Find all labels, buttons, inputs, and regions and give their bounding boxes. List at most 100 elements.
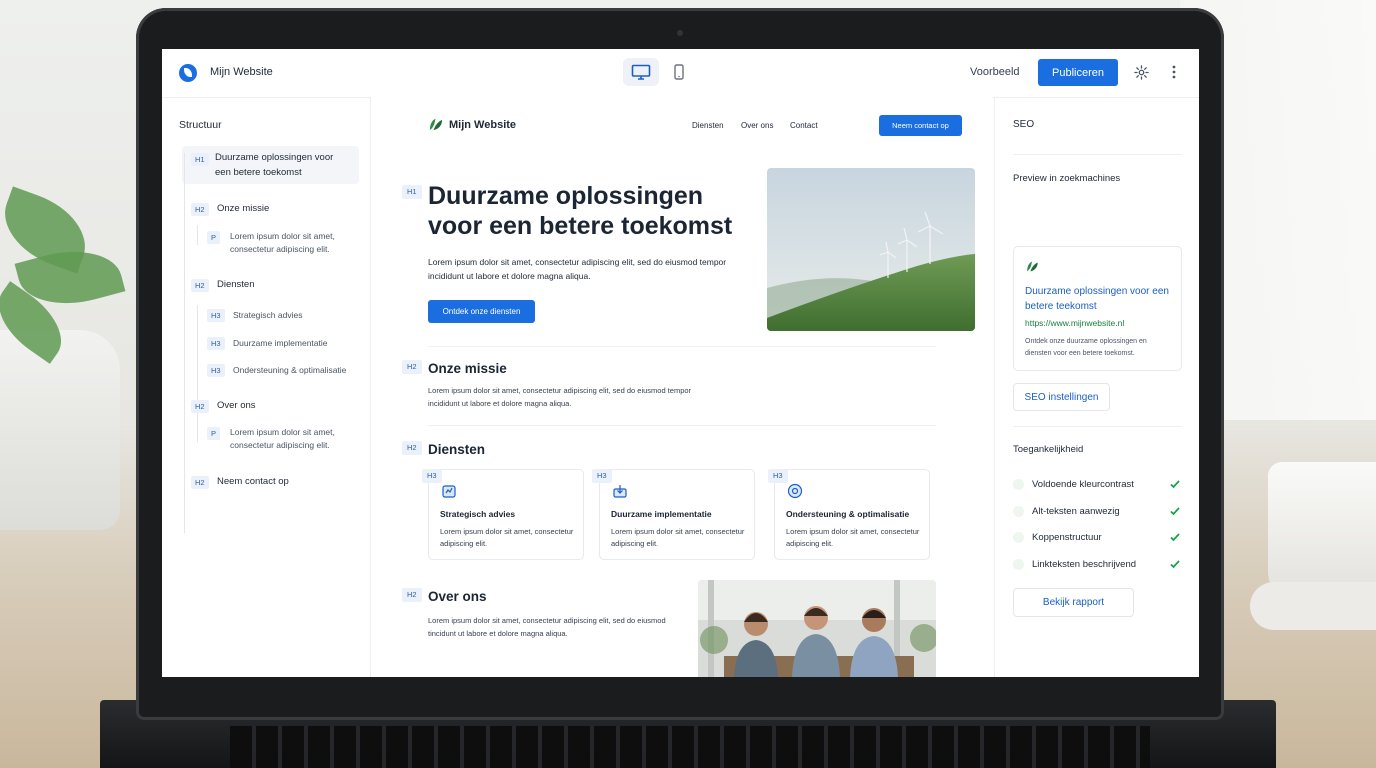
check-circle-icon: [1013, 506, 1024, 517]
app-logo-icon[interactable]: [179, 64, 197, 82]
about-text[interactable]: Lorem ipsum dolor sit amet, consectetur …: [428, 615, 668, 640]
team-photo[interactable]: [698, 580, 936, 677]
tree-tag: P: [207, 427, 221, 440]
h2-tag: H2: [402, 360, 422, 374]
top-bar: Mijn Website Voorbeeld Publiceren: [162, 49, 1199, 98]
service-card-text: Lorem ipsum dolor sit amet, consectetur …: [611, 527, 745, 548]
more-vertical-icon[interactable]: [1172, 64, 1176, 80]
serp-url: https://www.mijnwebsite.nl: [1025, 318, 1125, 328]
tree-item-paragraph[interactable]: Lorem ipsum dolor sit amet, consectetur …: [230, 426, 358, 452]
service-card-text: Lorem ipsum dolor sit amet, consectetur …: [440, 527, 574, 548]
nav-over-ons[interactable]: Over ons: [741, 121, 773, 130]
services-title[interactable]: Diensten: [428, 442, 485, 457]
seo-title: SEO: [1013, 119, 1035, 130]
tree-tag: H2: [191, 279, 209, 292]
keyboard: [230, 726, 1150, 768]
tree-tag: P: [207, 231, 221, 244]
hero-image-wind-turbines[interactable]: [767, 168, 975, 331]
check-label: Alt-teksten aanwezig: [1032, 506, 1120, 517]
service-card-title: Strategisch advies: [440, 509, 516, 519]
service-card[interactable]: Duurzame implementatie Lorem ipsum dolor…: [599, 469, 755, 560]
editor-screen: Mijn Website Voorbeeld Publiceren Struct…: [162, 49, 1199, 677]
page-canvas: Mijn Website Diensten Over ons Contact N…: [371, 97, 993, 677]
hero-title[interactable]: Duurzame oplossingen voor een betere toe…: [428, 181, 748, 241]
check-circle-icon: [1013, 532, 1024, 543]
h3-tag: H3: [422, 469, 442, 483]
tree-item-over-ons[interactable]: Over ons: [217, 399, 256, 414]
tree-item-onze-missie[interactable]: Onze missie: [217, 202, 269, 217]
serp-preview-title: Preview in zoekmachines: [1013, 173, 1121, 184]
check-circle-icon: [1013, 559, 1024, 570]
h1-tag: H1: [402, 185, 422, 199]
seo-settings-button[interactable]: SEO instellingen: [1013, 383, 1110, 411]
tree-item-contact[interactable]: Neem contact op: [217, 475, 289, 490]
service-card[interactable]: Ondersteuning & optimalisatie Lorem ipsu…: [774, 469, 930, 560]
webcam: [677, 30, 683, 36]
tree-tag: H2: [191, 400, 209, 413]
mission-text[interactable]: Lorem ipsum dolor sit amet, consectetur …: [428, 385, 718, 410]
nav-contact-button[interactable]: Neem contact op: [879, 115, 962, 136]
view-report-button[interactable]: Bekijk rapport: [1013, 588, 1134, 617]
coffee-cup: [1268, 462, 1376, 602]
panel-divider: [1013, 154, 1181, 155]
tree-line: [184, 153, 185, 533]
hero-text[interactable]: Lorem ipsum dolor sit amet, consectetur …: [428, 255, 728, 283]
plant-pot: [0, 330, 120, 530]
serp-title: Duurzame oplossingen voor een betere tee…: [1025, 286, 1169, 312]
accessibility-check: Linkteksten beschrijvend: [1013, 558, 1181, 572]
preview-button[interactable]: Voorbeeld: [970, 66, 1020, 78]
tree-tag: H3: [207, 364, 225, 377]
tree-item-diensten[interactable]: Diensten: [217, 278, 255, 293]
service-card-text: Lorem ipsum dolor sit amet, consectetur …: [786, 527, 920, 548]
panel-divider: [1013, 426, 1181, 427]
check-label: Voldoende kleurcontrast: [1032, 479, 1134, 490]
accessibility-title: Toegankelijkheid: [1013, 444, 1084, 455]
support-icon: [787, 483, 803, 499]
checkmark-icon: [1170, 507, 1180, 516]
tree-line: [197, 420, 198, 442]
nav-contact[interactable]: Contact: [790, 121, 818, 130]
leaf-logo-icon: [429, 118, 443, 131]
tree-item-duurzame-implementatie[interactable]: Duurzame implementatie: [233, 337, 327, 350]
leaf-favicon-icon: [1027, 261, 1038, 272]
tree-item-paragraph[interactable]: Lorem ipsum dolor sit amet, consectetur …: [230, 230, 358, 256]
tree-item-h1[interactable]: Duurzame oplossingen voor een betere toe…: [215, 151, 343, 180]
tree-tag: H2: [191, 203, 209, 216]
tree-item-ondersteuning[interactable]: Ondersteuning & optimalisatie: [233, 364, 346, 377]
app-title: Mijn Website: [210, 66, 273, 78]
structure-title: Structuur: [179, 119, 222, 131]
accessibility-check: Koppenstructuur: [1013, 531, 1181, 545]
h3-tag: H3: [592, 469, 612, 483]
section-divider: [428, 425, 936, 426]
section-divider: [428, 346, 936, 347]
gear-icon[interactable]: [1134, 65, 1149, 80]
h2-tag: H2: [402, 588, 422, 602]
structure-panel: Structuur H1 Duurzame oplossingen voor e…: [162, 97, 371, 677]
check-circle-icon: [1013, 479, 1024, 490]
seo-panel: SEO Preview in zoekmachines Duurzame opl…: [994, 97, 1199, 677]
device-toggle: [623, 58, 697, 88]
tree-tag: H3: [207, 309, 225, 322]
implementation-icon: [613, 485, 627, 498]
service-card-title: Duurzame implementatie: [611, 509, 712, 519]
tree-item-strategisch-advies[interactable]: Strategisch advies: [233, 309, 302, 322]
nav-diensten[interactable]: Diensten: [692, 121, 724, 130]
hero-cta-button[interactable]: Ontdek onze diensten: [428, 300, 535, 323]
h3-tag: H3: [768, 469, 788, 483]
accessibility-check: Alt-teksten aanwezig: [1013, 505, 1181, 519]
check-label: Koppenstructuur: [1032, 532, 1102, 543]
service-card-title: Ondersteuning & optimalisatie: [786, 509, 910, 519]
about-title[interactable]: Over ons: [428, 589, 487, 604]
strategy-icon: [442, 485, 456, 498]
checkmark-icon: [1170, 533, 1180, 542]
desktop-icon: [631, 64, 651, 80]
mobile-view-button[interactable]: [661, 58, 697, 86]
publish-button[interactable]: Publiceren: [1038, 59, 1118, 86]
mission-title[interactable]: Onze missie: [428, 361, 507, 376]
serp-description: Ontdek onze duurzame oplossingen en dien…: [1025, 338, 1147, 357]
checkmark-icon: [1170, 560, 1180, 569]
desktop-view-button[interactable]: [623, 58, 659, 86]
tree-tag: H3: [207, 337, 225, 350]
checkmark-icon: [1170, 480, 1180, 489]
service-card[interactable]: Strategisch advies Lorem ipsum dolor sit…: [428, 469, 584, 560]
